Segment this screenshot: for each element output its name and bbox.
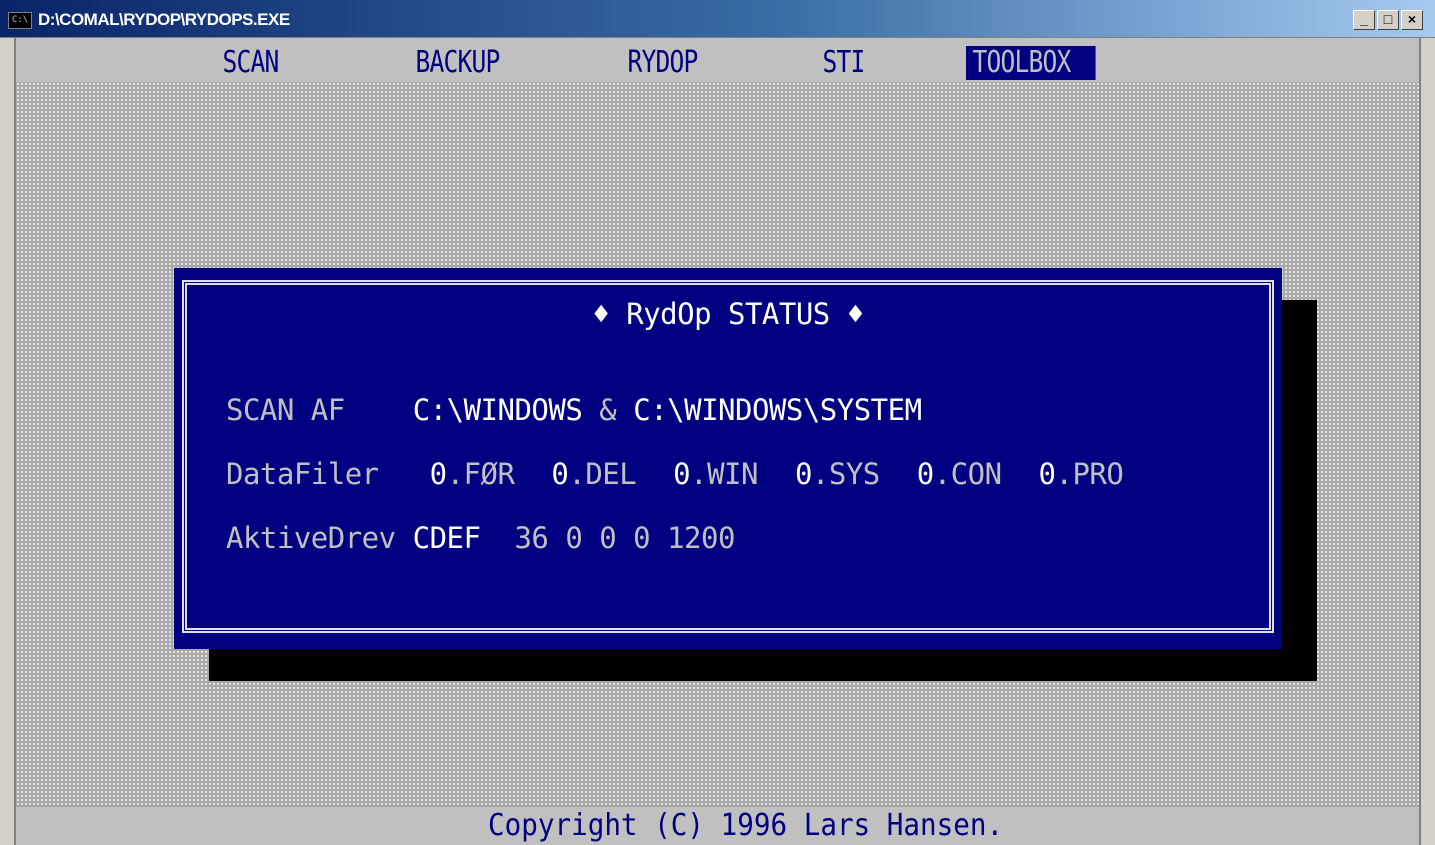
- datafile-item: 0.PRO: [1038, 457, 1124, 491]
- copyright-text: Copyright (C) 1996 Lars Hansen.: [487, 808, 1003, 843]
- console-icon[interactable]: C:\: [8, 12, 32, 29]
- scan-af-amp: &: [599, 393, 617, 427]
- aktivedrev-label: AktiveDrev: [226, 521, 396, 555]
- menu-item-backup[interactable]: BACKUP: [409, 46, 506, 80]
- menu-item-rydop[interactable]: RYDOP: [621, 46, 704, 80]
- menu-item-sti[interactable]: STI: [816, 46, 871, 80]
- aktivedrev-numbers: 36 0 0 0 1200: [514, 521, 735, 555]
- datafile-item: 0.SYS: [794, 457, 880, 491]
- menu-item-toolbox[interactable]: TOOLBOX: [966, 46, 1096, 80]
- datafile-item: 0.FØR: [429, 457, 515, 491]
- scan-af-value2: C:\WINDOWS\SYSTEM: [633, 393, 922, 427]
- menu-item-scan[interactable]: SCAN: [216, 46, 285, 80]
- footer-bar: Copyright (C) 1996 Lars Hansen.: [16, 807, 1419, 845]
- dialog-title: ♦ RydOp STATUS ♦: [592, 297, 864, 331]
- close-button[interactable]: ×: [1401, 10, 1423, 30]
- scan-af-row: SCAN AF C:\WINDOWS & C:\WINDOWS\SYSTEM: [226, 393, 922, 427]
- scan-af-value: C:\WINDOWS: [412, 393, 583, 427]
- maximize-button[interactable]: □: [1377, 10, 1399, 30]
- aktivedrev-row: AktiveDrev CDEF 36 0 0 0 1200: [226, 521, 735, 555]
- aktivedrev-drives: CDEF: [412, 521, 481, 555]
- datafiler-row: DataFiler 0.FØR 0.DEL 0.WIN 0.SYS 0.CON …: [226, 457, 1124, 491]
- status-dialog: ♦ RydOp STATUS ♦ SCAN AF C:\WINDOWS & C:\…: [174, 268, 1282, 649]
- datafiler-label: DataFiler: [226, 457, 379, 491]
- scan-af-label: SCAN AF: [226, 393, 345, 427]
- datafile-item: 0.CON: [916, 457, 1002, 491]
- datafile-item: 0.DEL: [551, 457, 637, 491]
- console-area: SCAN BACKUP RYDOP STI TOOLBOX ♦ RydOp ST…: [14, 38, 1421, 845]
- window-controls: _ □ ×: [1353, 10, 1423, 30]
- menu-bar: SCAN BACKUP RYDOP STI TOOLBOX: [16, 38, 1419, 82]
- window-title: D:\COMAL\RYDOP\RYDOPS.EXE: [38, 10, 290, 29]
- datafile-item: 0.WIN: [673, 457, 758, 491]
- minimize-button[interactable]: _: [1353, 10, 1375, 30]
- window-title-bar[interactable]: C:\ D:\COMAL\RYDOP\RYDOPS.EXE _ □ ×: [0, 0, 1435, 38]
